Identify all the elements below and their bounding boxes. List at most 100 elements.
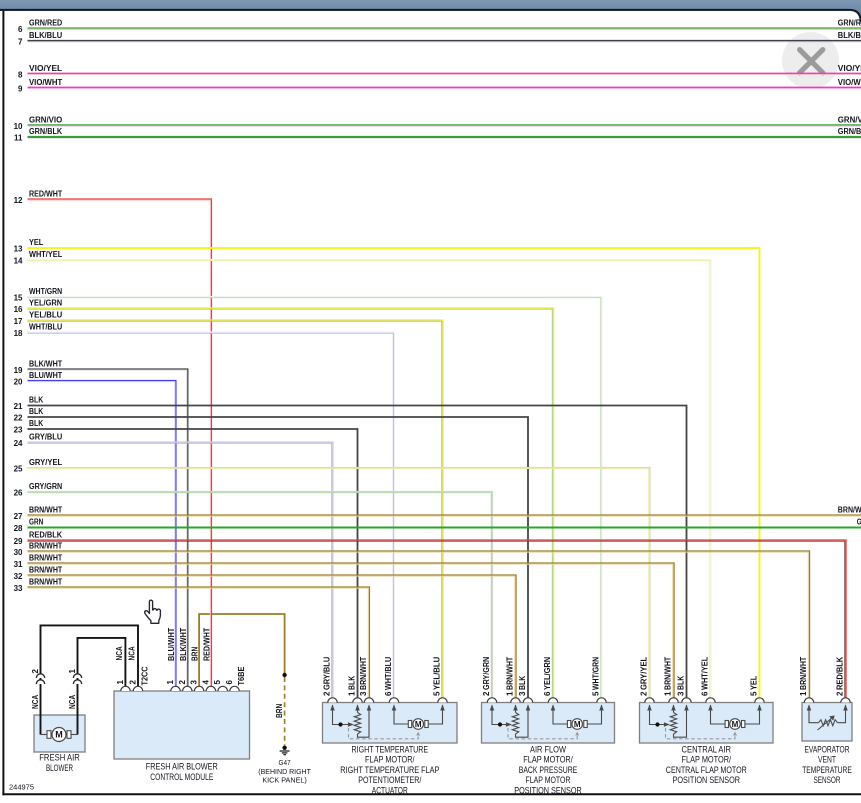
- svg-text:T2CC: T2CC: [141, 666, 150, 685]
- svg-text:M: M: [415, 720, 422, 729]
- svg-text:WHT/GRN: WHT/GRN: [29, 287, 62, 296]
- svg-text:GRY/GRN: GRY/GRN: [482, 657, 491, 690]
- svg-text:BRN/WHT: BRN/WHT: [29, 554, 62, 563]
- svg-text:BLK: BLK: [677, 676, 686, 690]
- svg-text:GRN/BLK: GRN/BLK: [29, 127, 62, 136]
- svg-text:1: 1: [116, 680, 125, 685]
- svg-text:G47: G47: [279, 758, 291, 767]
- svg-text:5: 5: [213, 680, 222, 685]
- svg-text:2: 2: [129, 680, 138, 685]
- svg-text:3: 3: [518, 691, 527, 696]
- svg-text:2: 2: [639, 691, 648, 696]
- svg-text:VIO/YEL: VIO/YEL: [29, 64, 62, 73]
- svg-text:WHT/GRN: WHT/GRN: [592, 657, 601, 690]
- svg-text:RED/WHT: RED/WHT: [203, 628, 212, 661]
- svg-text:NCA: NCA: [127, 646, 136, 660]
- svg-text:YEL/BLU: YEL/BLU: [433, 657, 442, 690]
- svg-text:CONTROL MODULE: CONTROL MODULE: [150, 772, 213, 782]
- svg-text:BLK/BLU: BLK/BLU: [838, 31, 861, 40]
- svg-text:BRN: BRN: [191, 647, 200, 661]
- svg-text:BRN/WHT: BRN/WHT: [506, 657, 515, 690]
- svg-text:14: 14: [14, 256, 23, 265]
- svg-text:244975: 244975: [9, 783, 34, 792]
- svg-text:YEL: YEL: [750, 676, 759, 690]
- svg-text:YEL: YEL: [29, 238, 43, 247]
- svg-text:FLAP MOTOR/: FLAP MOTOR/: [523, 755, 573, 765]
- svg-text:5: 5: [749, 691, 758, 696]
- svg-text:15: 15: [14, 293, 23, 302]
- svg-text:1: 1: [505, 691, 514, 696]
- svg-text:BRN: BRN: [275, 704, 284, 718]
- svg-text:CENTRAL AIR: CENTRAL AIR: [682, 744, 732, 754]
- svg-text:1: 1: [68, 669, 77, 674]
- svg-text:FLAP MOTOR/: FLAP MOTOR/: [682, 755, 732, 765]
- svg-text:GRY/BLU: GRY/BLU: [29, 433, 62, 442]
- svg-text:BRN/WHT: BRN/WHT: [359, 657, 368, 690]
- svg-text:YEL/GRN: YEL/GRN: [543, 657, 552, 690]
- svg-text:NCA: NCA: [68, 695, 77, 709]
- svg-text:GRY/GRN: GRY/GRN: [29, 482, 62, 491]
- svg-text:6: 6: [700, 691, 709, 696]
- svg-text:1: 1: [347, 691, 356, 696]
- svg-text:6: 6: [384, 691, 393, 696]
- svg-text:8: 8: [18, 70, 23, 79]
- svg-text:BLK: BLK: [29, 396, 43, 405]
- svg-text:KICK PANEL): KICK PANEL): [262, 776, 307, 785]
- svg-text:M: M: [574, 720, 581, 729]
- svg-text:GRY/BLU: GRY/BLU: [323, 657, 332, 690]
- svg-text:32: 32: [14, 572, 23, 581]
- svg-text:1: 1: [663, 691, 672, 696]
- svg-text:25: 25: [14, 464, 23, 473]
- svg-text:BLU/WHT: BLU/WHT: [29, 371, 62, 380]
- svg-text:FLAP MOTOR: FLAP MOTOR: [526, 775, 571, 785]
- svg-text:TEMPERATURE: TEMPERATURE: [802, 765, 852, 775]
- svg-text:3: 3: [676, 691, 685, 696]
- svg-text:VENT: VENT: [818, 755, 836, 765]
- svg-text:BRN/WHT: BRN/WHT: [799, 657, 808, 690]
- svg-text:VIO/WHT: VIO/WHT: [29, 78, 62, 87]
- svg-text:GRN/RED: GRN/RED: [838, 19, 861, 28]
- svg-text:BLK/BLU: BLK/BLU: [29, 31, 62, 40]
- svg-text:20: 20: [14, 377, 23, 386]
- svg-text:BLK: BLK: [518, 676, 527, 690]
- svg-text:2: 2: [482, 691, 491, 696]
- svg-text:RIGHT TEMPERATURE FLAP: RIGHT TEMPERATURE FLAP: [340, 765, 439, 775]
- svg-text:GRN/VIO: GRN/VIO: [838, 116, 861, 125]
- svg-text:GRY/YEL: GRY/YEL: [29, 458, 62, 467]
- svg-text:GRY/YEL: GRY/YEL: [640, 657, 649, 690]
- svg-text:3: 3: [190, 680, 199, 685]
- svg-text:BLK/WHT: BLK/WHT: [179, 628, 188, 661]
- svg-text:BRN/WHT: BRN/WHT: [29, 506, 62, 515]
- svg-text:18: 18: [14, 329, 23, 338]
- svg-text:WHT/BLU: WHT/BLU: [29, 323, 62, 332]
- svg-text:POTENTIOMETER/: POTENTIOMETER/: [358, 775, 421, 785]
- svg-text:NCA: NCA: [115, 646, 124, 660]
- svg-text:BLK: BLK: [29, 407, 43, 416]
- svg-text:BRN/WHT: BRN/WHT: [29, 566, 62, 575]
- svg-text:POSITION SENSOR: POSITION SENSOR: [514, 786, 582, 796]
- svg-text:10: 10: [14, 122, 23, 131]
- svg-text:6: 6: [543, 691, 552, 696]
- svg-text:EVAPORATOR: EVAPORATOR: [805, 744, 850, 754]
- svg-text:28: 28: [14, 524, 23, 533]
- svg-text:2: 2: [835, 691, 844, 696]
- svg-text:2: 2: [322, 691, 331, 696]
- svg-text:24: 24: [14, 439, 23, 448]
- svg-text:FLAP MOTOR/: FLAP MOTOR/: [365, 755, 415, 765]
- svg-text:27: 27: [14, 512, 23, 521]
- svg-text:BRN/WHT: BRN/WHT: [664, 657, 673, 690]
- svg-text:RED/BLK: RED/BLK: [836, 657, 845, 690]
- svg-text:22: 22: [14, 413, 23, 422]
- svg-text:M: M: [732, 720, 739, 729]
- svg-text:29: 29: [14, 537, 23, 546]
- svg-text:BRN/WHT: BRN/WHT: [838, 506, 861, 515]
- svg-text:YEL/BLU: YEL/BLU: [29, 311, 62, 320]
- svg-text:WHT/BLU: WHT/BLU: [384, 657, 393, 690]
- svg-text:YEL/GRN: YEL/GRN: [29, 299, 62, 308]
- svg-text:RIGHT TEMPERATURE: RIGHT TEMPERATURE: [352, 744, 429, 754]
- svg-text:1: 1: [799, 691, 808, 696]
- svg-text:GRN: GRN: [29, 518, 43, 527]
- svg-text:WHT/YEL: WHT/YEL: [701, 657, 710, 690]
- svg-text:6: 6: [225, 680, 234, 685]
- svg-text:BLOWER: BLOWER: [46, 763, 73, 773]
